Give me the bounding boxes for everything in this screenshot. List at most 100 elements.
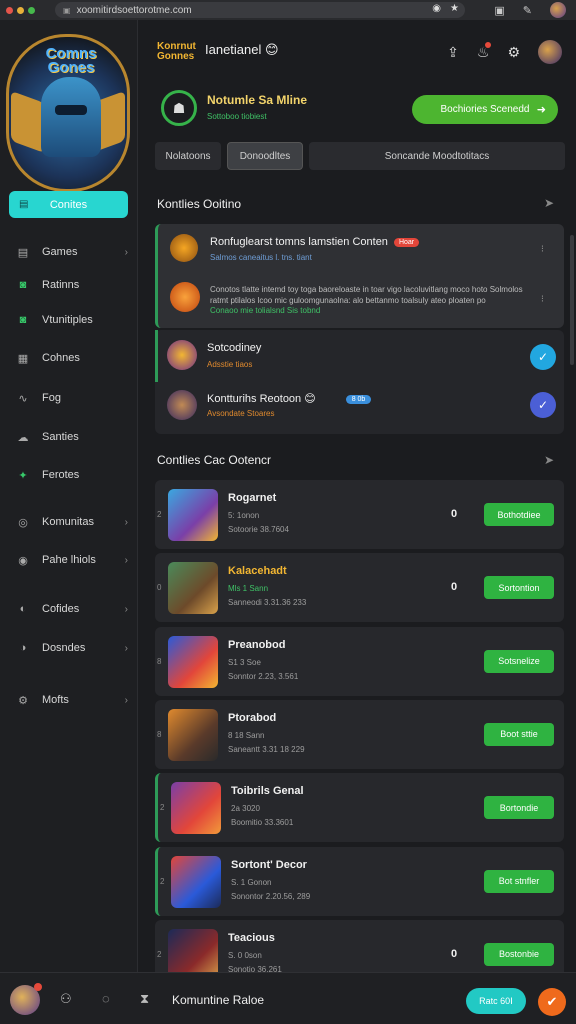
bookmark-star-icon[interactable]: ★ (450, 3, 459, 14)
sidebar-item-label: Ratinns (42, 279, 80, 291)
game-thumbnail[interactable] (168, 562, 218, 615)
chevron-right-icon: › (124, 694, 128, 706)
game-count: 0 (451, 508, 458, 520)
notif-avatar-2 (170, 282, 200, 312)
settings-icon[interactable]: ⚙ (507, 44, 520, 61)
notif-sub-3: Adsstie tiaos (207, 360, 253, 369)
profile-badge-icon[interactable]: ☗ (161, 90, 197, 126)
app-logo[interactable]: Comns Gones (6, 34, 130, 192)
address-bar[interactable]: ▣ xoomitirdsoettorotme.com ◉ ★ (55, 2, 465, 18)
game-name: Sortont' Decor (231, 858, 307, 871)
sidebar-item-label: Pahe lhiols (42, 554, 96, 566)
people-icon[interactable]: ⚇ (60, 991, 72, 1007)
game-thumbnail[interactable] (168, 708, 218, 761)
game-meta-stats: Saneantt 3.31 18 229 (228, 744, 305, 754)
user-avatar[interactable] (538, 40, 562, 64)
sidebar-item-3[interactable]: ▦ Cohnes (16, 348, 128, 368)
sidebar-item-9[interactable]: ◐ Cofides › (16, 599, 128, 619)
browser-profile-avatar[interactable] (550, 2, 566, 18)
sidebar: Comns Gones ▤ Conites ▤ Games › ◙ Ratinns ◙ Vt… (0, 20, 138, 972)
game-row[interactable]: 8 Preanobod S1 3 Soe Sonntor 2.23, 3.561 Sot… (155, 626, 564, 696)
sidebar-item-11[interactable]: ⚙ Mofts › (16, 690, 128, 710)
game-row[interactable]: 2 Sortont' Decor S. 1 Gonon Sonontor 2.20.5… (155, 846, 564, 916)
sidebar-item-10[interactable]: ◑ Dosndes › (16, 638, 128, 658)
sidebar-item-label: Mofts (42, 694, 69, 706)
extensions-icon[interactable]: ▣ (494, 4, 504, 17)
sidebar-item-7[interactable]: ◎ Komunitas › (16, 512, 128, 532)
game-thumbnail[interactable] (168, 635, 218, 688)
notif-sub-1: Salmos caneaitus l. tns. tiant (210, 253, 312, 262)
maximize-window-icon[interactable] (28, 6, 35, 14)
share-icon[interactable]: ⇪ (447, 44, 459, 61)
tab-0[interactable]: Nolatoons (155, 142, 221, 170)
sidebar-primary-button[interactable]: ▤ Conites (9, 191, 128, 218)
game-meta-stats: Sonontor 2.20.56, 289 (231, 891, 311, 901)
notif-body-2: Conotos tlatte intemd toy toga baoreloas… (210, 285, 523, 305)
game-row[interactable]: 8 Ptorabod 8 18 Sann Saneantt 3.31 18 229 Bo… (155, 699, 564, 769)
sidebar-item-1[interactable]: ◙ Ratinns (16, 275, 128, 295)
game-meta-stats: Sonntor 2.23, 3.561 (228, 671, 299, 681)
chevron-right-icon: › (124, 603, 128, 615)
minimize-window-icon[interactable] (17, 6, 24, 14)
game-action-button[interactable]: Bortondie (484, 796, 554, 820)
game-meta-players: 5: 1onon (228, 511, 260, 520)
game-name: Kalacehadt (228, 565, 287, 578)
check-icon[interactable]: ✓ (530, 392, 556, 418)
notif-more-icon-2[interactable]: ⁝ (541, 294, 544, 305)
notif-title-1[interactable]: Ronfuglearst tomns lamstien Conten Hoar (210, 236, 420, 248)
game-action-button[interactable]: Sotsnelize (484, 649, 554, 673)
game-thumbnail[interactable] (171, 782, 221, 835)
game-action-button[interactable]: Boot sttie (484, 722, 554, 746)
sidebar-item-4[interactable]: ∿ Fog (16, 388, 128, 408)
sidebar-item-label: Cohnes (42, 352, 80, 364)
game-action-button[interactable]: Bot stnfler (484, 869, 554, 893)
notif-more-icon-1[interactable]: ⁝ (541, 244, 544, 255)
hourglass-icon[interactable]: ⧗ (140, 991, 149, 1007)
close-window-icon[interactable] (6, 6, 13, 14)
tab-1[interactable]: Donoodltes (227, 142, 303, 170)
game-action-button[interactable]: Bothotdiee (484, 503, 554, 526)
community-icon: ◎ (18, 516, 28, 529)
notif-title-3[interactable]: Sotcodiney (207, 342, 261, 354)
game-row[interactable]: 2 Rogarnet 5: 1onon Sotoorie 38.7604 0 Bothot… (155, 480, 564, 549)
sidebar-item-5[interactable]: ☁ Santies (16, 427, 128, 447)
sidebar-item-label: Ferotes (42, 469, 80, 481)
gear-icon: ⚙ (18, 694, 28, 707)
sidebar-item-6[interactable]: ✦ Ferotes (16, 465, 128, 485)
sidebar-item-8[interactable]: ◉ Pahe lhiols › (16, 550, 128, 570)
chevron-right-icon: › (124, 516, 128, 528)
fire-icon[interactable]: ✔ (538, 988, 566, 1016)
notifications-icon[interactable]: ♨ (477, 41, 491, 61)
games-expand-icon[interactable]: ➤ (544, 453, 554, 467)
game-row[interactable]: 2 Toibrils Genal 2a 3020 Boomitio 33.3601 Bo… (155, 773, 564, 843)
game-meta-stats: Boomitio 33.3601 (231, 818, 294, 828)
bottom-avatar[interactable] (10, 983, 42, 1015)
notifications-expand-icon[interactable]: ➤ (544, 196, 554, 210)
compass-icon: ◑ (19, 642, 27, 654)
scrollbar[interactable] (570, 235, 574, 365)
check-icon[interactable]: ✓ (530, 344, 556, 370)
refresh-icon[interactable]: ◉ (432, 3, 441, 14)
tab-2[interactable]: Soncande Moodtotitacs (309, 142, 565, 170)
profile-subtitle: Sottoboo tiobiest (207, 112, 267, 121)
bottom-action-button[interactable]: Ratc 60Ⅰ (466, 988, 526, 1014)
sidebar-item-0[interactable]: ▤ Games › (16, 242, 128, 262)
sidebar-item-2[interactable]: ◙ Vtunitiples (16, 310, 128, 330)
notifications-panel: Ronfuglearst tomns lamstien Conten Hoar S… (155, 224, 564, 328)
notifications-title: Kontlies Ooitino (157, 197, 242, 211)
header-actions: ⇪ ♨ ⚙ (447, 40, 562, 64)
game-row[interactable]: 0 Kalacehadt Mls 1 Sann Sanneodi 3.31.36 23… (155, 553, 564, 623)
game-action-button[interactable]: Bostonbie (484, 942, 554, 966)
profile-cta-button[interactable]: Bochiories Scenedd ➜ (412, 95, 558, 124)
game-thumbnail[interactable] (171, 855, 221, 908)
window-controls (6, 6, 35, 14)
game-name: Preanobod (228, 638, 286, 651)
tag-badge: 8 0b (345, 394, 372, 404)
game-action-button[interactable]: Sortontion (484, 576, 554, 600)
game-thumbnail[interactable] (168, 489, 218, 541)
logo-helmet (41, 77, 101, 157)
notif-title-4[interactable]: Kontturihs Reotoon 😊 8 0b (207, 392, 372, 405)
chart-icon: ∿ (18, 392, 28, 405)
chat-icon[interactable]: ◌ (102, 991, 110, 1006)
edit-icon[interactable]: ✎ (523, 4, 532, 17)
